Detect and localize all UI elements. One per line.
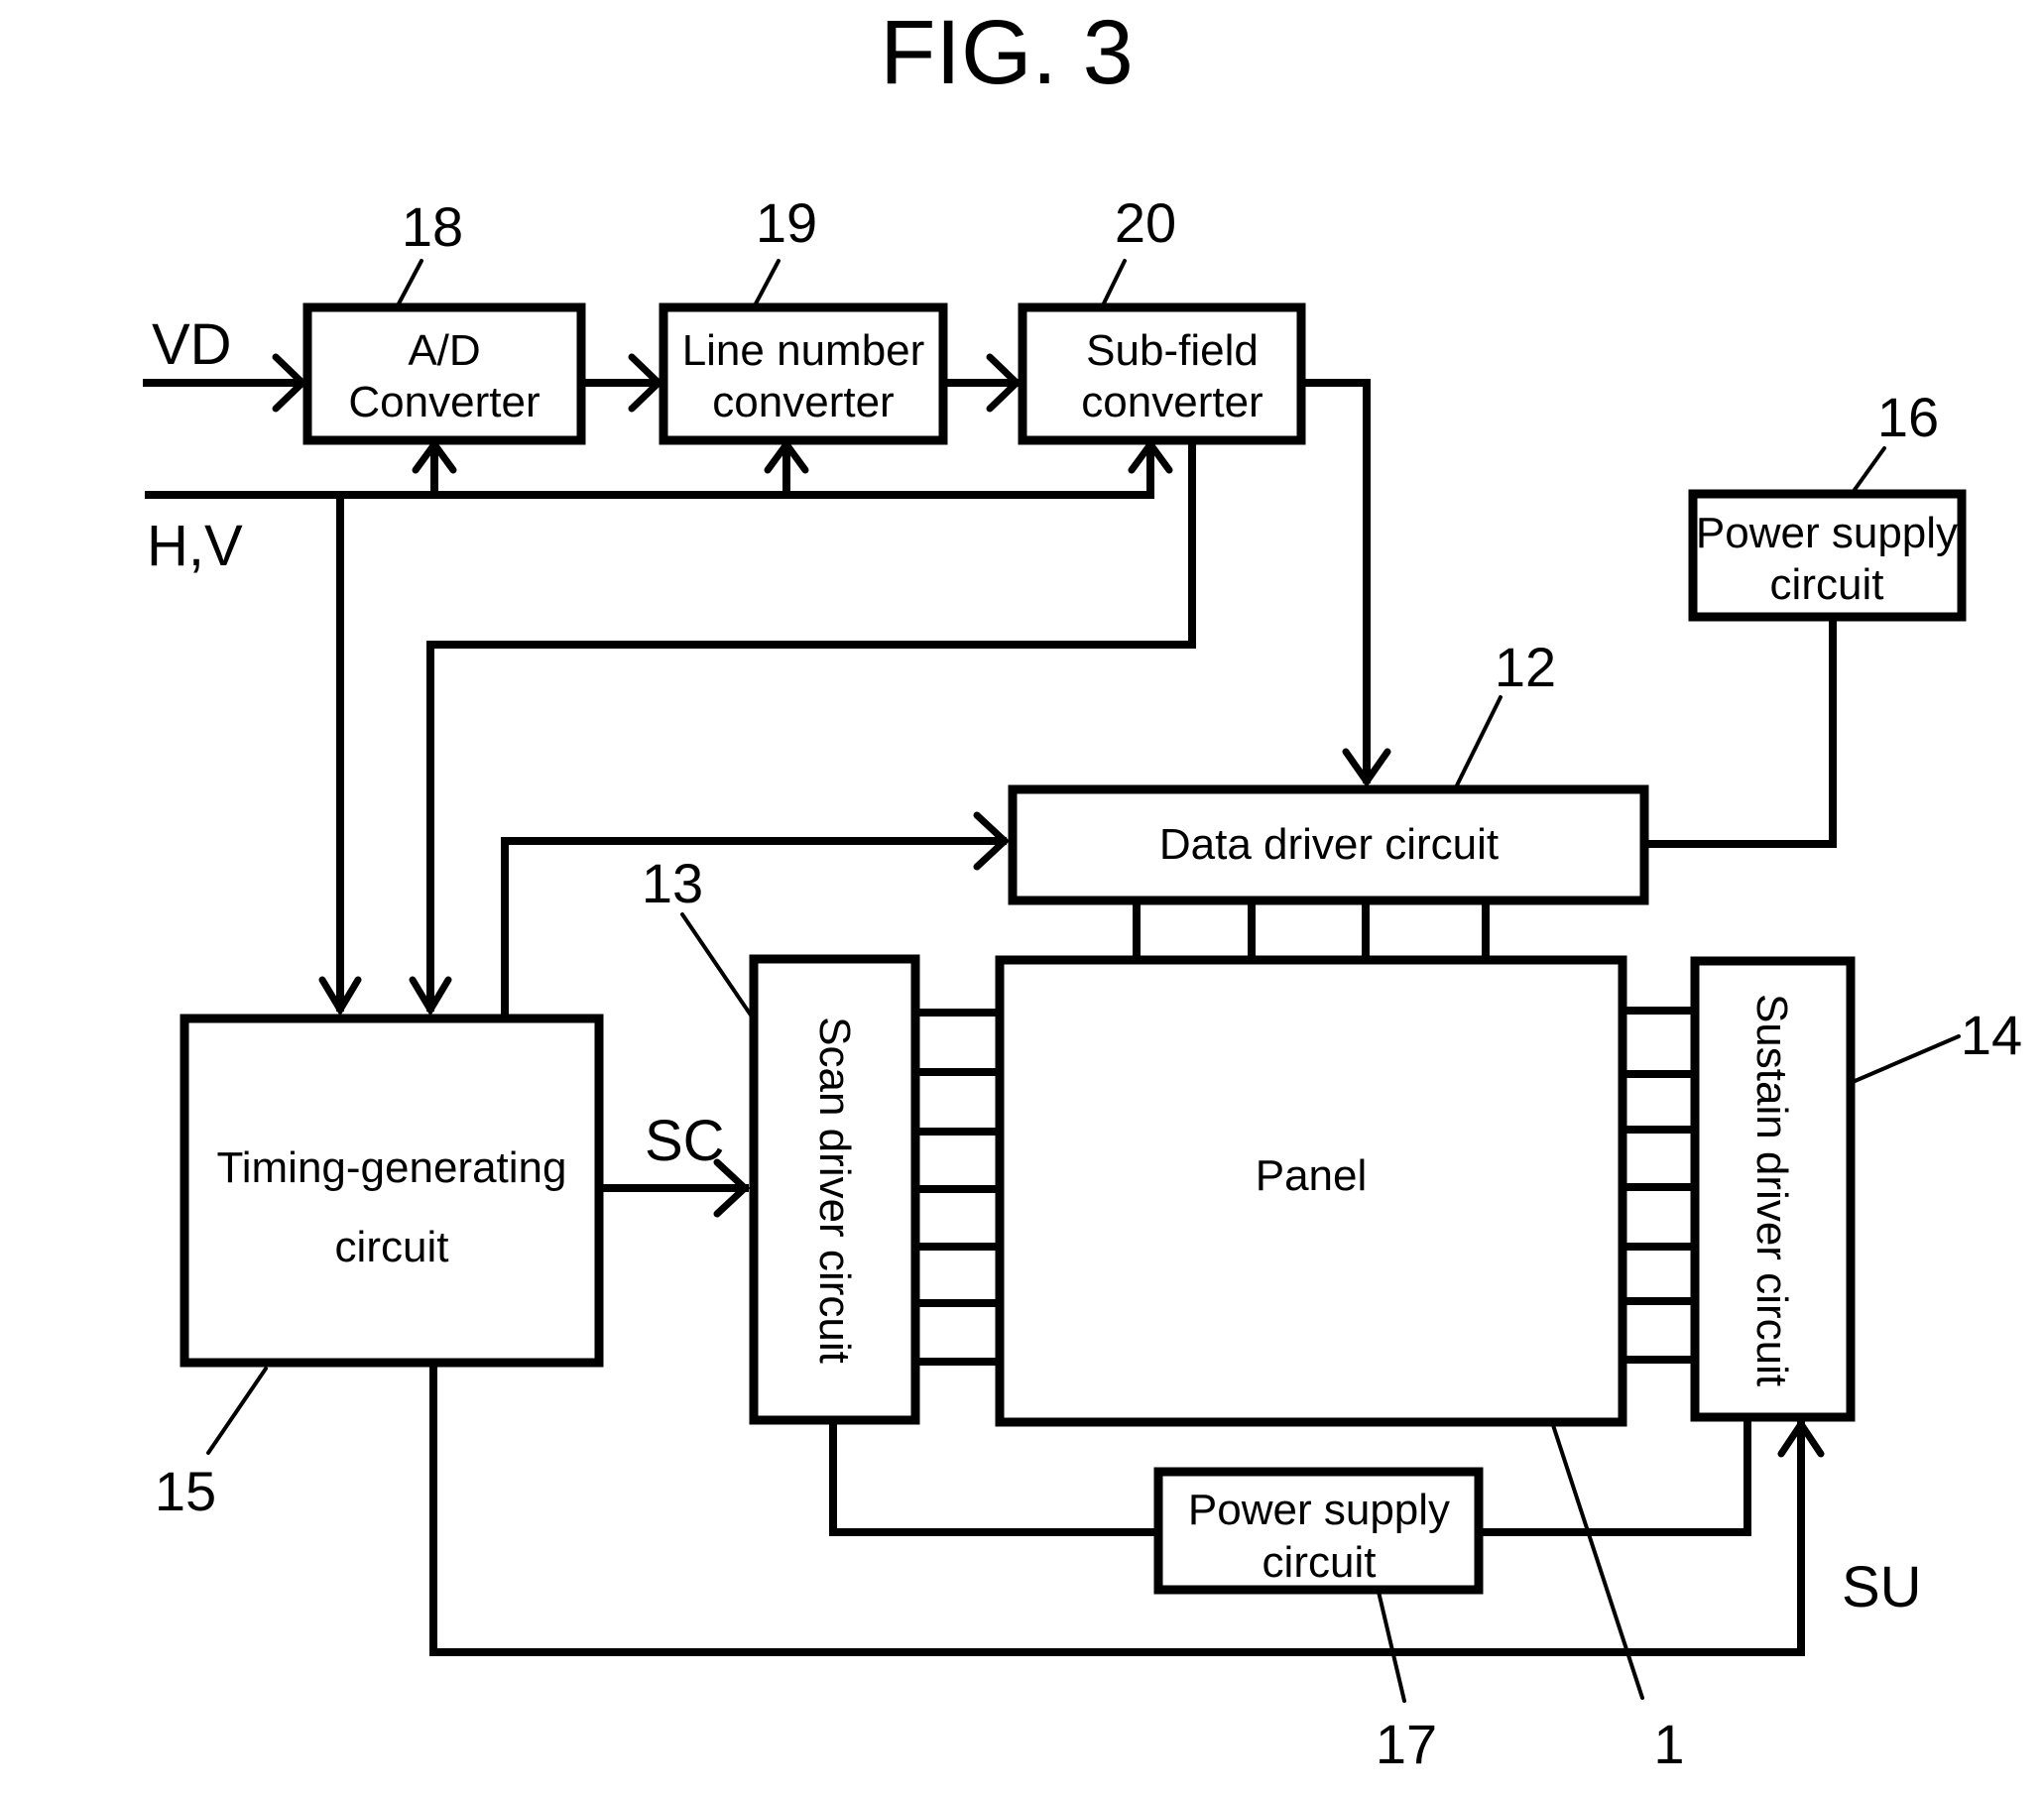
subfield-to-timing-line: [426, 440, 1196, 1012]
sustain-driver-label: Sustain driver circuit: [1747, 994, 1796, 1386]
data-driver-label: Data driver circuit: [1159, 820, 1499, 869]
signal-label-vd: VD: [152, 312, 232, 377]
ref-number-18: 18: [402, 195, 463, 258]
ref-number-13: 13: [642, 852, 703, 914]
ad-converter-label-1: A/D: [408, 326, 480, 375]
data-driver-block[interactable]: Data driver circuit: [1008, 784, 1649, 905]
ad-converter-block[interactable]: A/D Converter: [302, 302, 586, 445]
sub-field-converter-block[interactable]: Sub-field converter: [1018, 302, 1306, 445]
signal-label-sc: SC: [645, 1109, 725, 1173]
subfield-to-data-driver-line: [1301, 379, 1371, 783]
ref-number-15: 15: [155, 1460, 216, 1522]
scan-to-ps17-line: [829, 1420, 1158, 1536]
timing-label-1: Timing-generating: [217, 1143, 567, 1192]
hv-bus-line: [145, 444, 1154, 499]
sustain-driver-block[interactable]: Sustain driver circuit: [1690, 956, 1856, 1422]
line-number-label-1: Line number: [682, 326, 925, 375]
sustain-panel-connectors: [1623, 1007, 1692, 1364]
ref-number-19: 19: [756, 191, 817, 254]
block-diagram: FIG. 3 A/D Converter Line number convert…: [143, 2, 2022, 1775]
ref-number-20: 20: [1115, 191, 1176, 254]
figure-title: FIG. 3: [880, 2, 1134, 103]
scan-driver-label: Scan driver circuit: [810, 1017, 859, 1364]
power-supply-16-label-2: circuit: [1770, 560, 1884, 609]
sub-field-label-1: Sub-field: [1086, 326, 1259, 375]
power-supply-17-block[interactable]: Power supply circuit: [1153, 1467, 1484, 1595]
power-supply-16-label-1: Power supply: [1696, 509, 1958, 557]
ref-number-16: 16: [1877, 386, 1939, 448]
ref-number-17: 17: [1376, 1713, 1437, 1775]
signal-label-su: SU: [1842, 1555, 1922, 1619]
power-supply-16-block[interactable]: Power supply circuit: [1688, 489, 1967, 622]
signal-label-hv: H,V: [147, 514, 243, 578]
timing-label-2: circuit: [335, 1223, 449, 1271]
panel-label: Panel: [1256, 1151, 1368, 1200]
panel-block[interactable]: Panel: [995, 955, 1627, 1427]
timing-generating-block[interactable]: Timing-generating circuit: [180, 1014, 604, 1368]
line-number-converter-block[interactable]: Line number converter: [659, 302, 948, 445]
ps17-to-sustain-line: [1479, 1417, 1751, 1536]
power-supply-17-label-1: Power supply: [1188, 1486, 1450, 1534]
scan-panel-connectors: [915, 1009, 1000, 1366]
line-number-label-2: converter: [712, 378, 894, 426]
ps16-to-data-driver-line: [1644, 617, 1837, 848]
scan-driver-block[interactable]: Scan driver circuit: [749, 954, 920, 1425]
power-supply-17-label-2: circuit: [1262, 1538, 1377, 1587]
ref-number-1: 1: [1653, 1713, 1684, 1775]
sub-field-label-2: converter: [1081, 378, 1262, 426]
ref-number-12: 12: [1495, 636, 1556, 698]
ref-number-14: 14: [1961, 1004, 2022, 1066]
ad-converter-label-2: Converter: [348, 378, 540, 426]
